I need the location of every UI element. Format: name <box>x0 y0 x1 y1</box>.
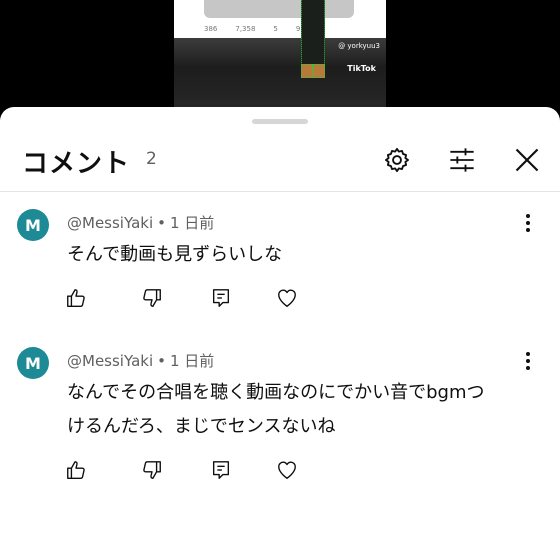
thumbs-down-icon <box>143 461 161 479</box>
comment-time: 1 日前 <box>169 352 215 370</box>
reply-button[interactable] <box>208 457 234 483</box>
dislike-button[interactable] <box>139 285 165 311</box>
thumbs-down-icon <box>143 289 161 307</box>
tiktok-watermark: TikTok <box>347 64 376 73</box>
comment-actions <box>63 285 323 311</box>
comment-author[interactable]: @MessiYaki <box>67 214 153 232</box>
gear-icon <box>384 147 410 173</box>
reply-comment-icon <box>212 289 230 307</box>
reply-button[interactable] <box>208 285 234 311</box>
comments-title: コメント <box>22 149 131 179</box>
embedded-post-screenshot: 386 7,358 5 95万 @ yorkyuu3 TikTok <box>174 0 386 112</box>
comment-text: そんで動画も見ずらいしな <box>67 244 283 265</box>
close-icon <box>515 148 539 172</box>
comments-sheet: コメント 2 M @MessiYaki • 1 日前 そんで動画も見ずらいしな … <box>0 107 560 560</box>
meta-separator: • <box>157 214 166 232</box>
dislike-button[interactable] <box>139 457 165 483</box>
heart-button[interactable] <box>274 457 300 483</box>
video-username: @ yorkyuu3 <box>338 42 380 50</box>
repost-count: 7,358 <box>235 25 256 33</box>
comment-text: なんでその合唱を聴く動画なのにでかい音でbgmつ けるんだろ、まじでセンスないね <box>67 382 485 437</box>
comment-more-button[interactable] <box>516 211 540 235</box>
comment-time: 1 日前 <box>169 214 215 232</box>
reply-count: 386 <box>204 25 218 33</box>
reply-comment-icon <box>212 461 230 479</box>
comments-count: 2 <box>146 149 157 169</box>
more-vertical-icon <box>526 352 530 370</box>
comment-item: M @MessiYaki • 1 日前 なんでその合唱を聴く動画なのにでかい音でbg… <box>0 347 560 497</box>
comments-header: コメント 2 <box>0 135 560 192</box>
heart-icon <box>278 461 296 479</box>
heart-button[interactable] <box>274 285 300 311</box>
comment-meta: @MessiYaki • 1 日前 <box>67 212 214 233</box>
comment-actions <box>63 457 323 483</box>
comment-author[interactable]: @MessiYaki <box>67 352 153 370</box>
close-button[interactable] <box>510 143 544 177</box>
avatar[interactable]: M <box>17 209 49 241</box>
drag-handle[interactable] <box>252 119 308 124</box>
settings-button[interactable] <box>380 143 414 177</box>
sliders-icon <box>450 148 474 172</box>
comment-item: M @MessiYaki • 1 日前 そんで動画も見ずらいしな <box>0 209 560 349</box>
thumbs-up-icon <box>67 289 85 307</box>
comment-meta: @MessiYaki • 1 日前 <box>67 350 214 371</box>
more-vertical-icon <box>526 214 530 232</box>
embedded-media-thumbnail <box>204 0 354 18</box>
like-button[interactable] <box>63 285 89 311</box>
comment-more-button[interactable] <box>516 349 540 373</box>
person-figure <box>295 0 329 82</box>
heart-icon <box>278 289 296 307</box>
like-button[interactable] <box>63 457 89 483</box>
like-count: 5 <box>273 25 278 33</box>
avatar[interactable]: M <box>17 347 49 379</box>
thumbs-up-icon <box>67 461 85 479</box>
meta-separator: • <box>157 352 166 370</box>
filter-button[interactable] <box>445 143 479 177</box>
